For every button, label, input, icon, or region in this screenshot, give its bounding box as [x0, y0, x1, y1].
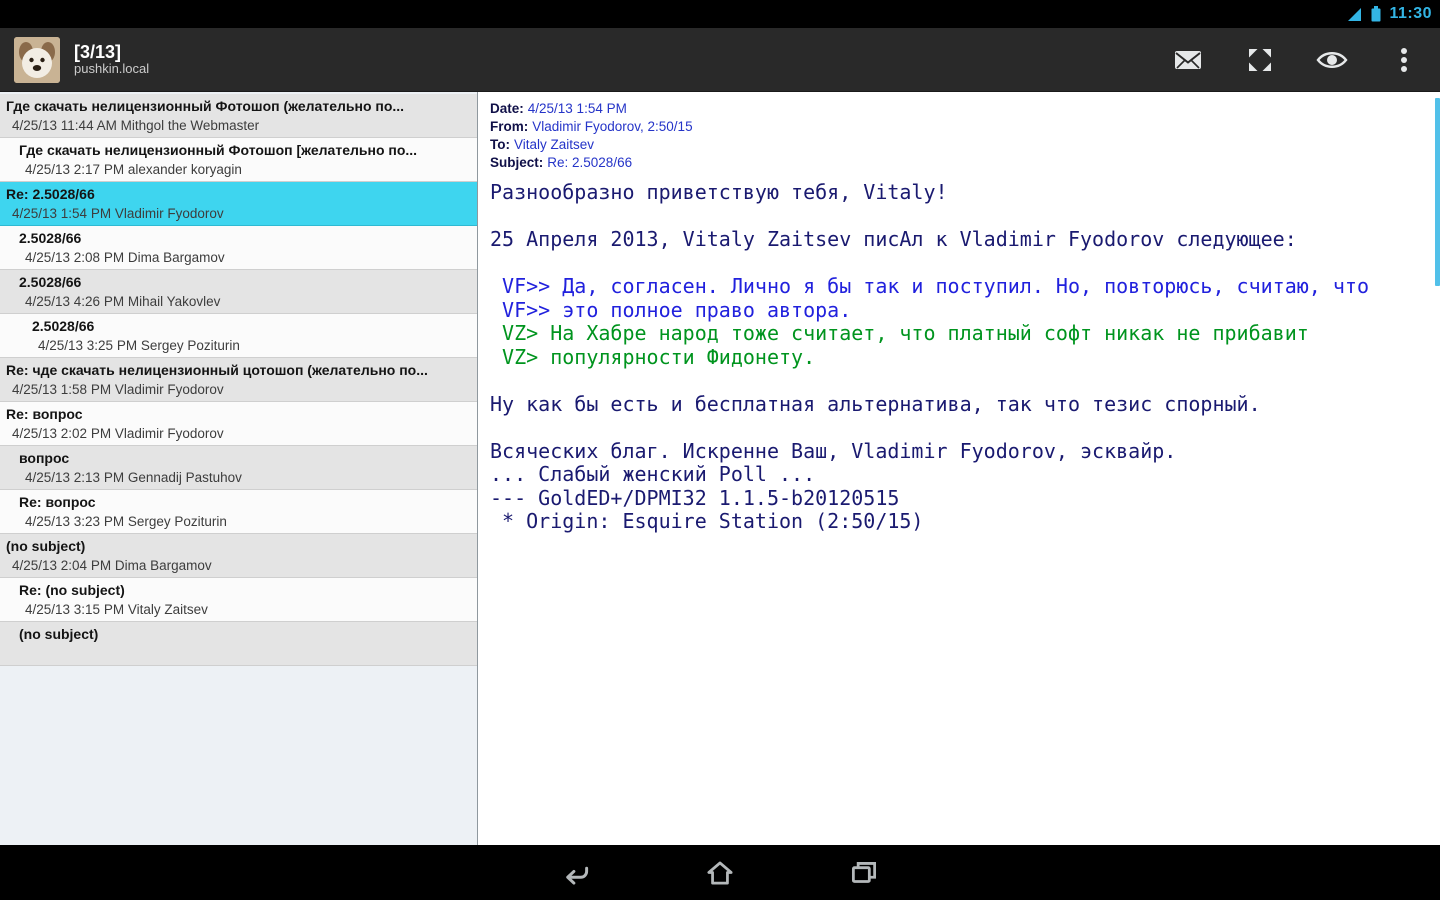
thread-meta: 4/25/13 1:54 PM Vladimir Fyodorov	[12, 206, 224, 221]
thread-meta: 4/25/13 3:23 PM Sergey Poziturin	[25, 514, 227, 529]
thread-meta: 4/25/13 2:17 PM alexander koryagin	[25, 162, 242, 177]
compose-mail-button[interactable]	[1152, 28, 1224, 91]
message-body-line: Разнообразно приветствую тебя, Vitaly!	[490, 180, 948, 204]
header-label: Subject:	[490, 155, 544, 170]
thread-meta: 4/25/13 2:02 PM Vladimir Fyodorov	[12, 426, 224, 441]
thread-meta: 4/25/13 3:25 PM Sergey Poziturin	[38, 338, 240, 353]
header-label: From:	[490, 119, 529, 134]
thread-list-item[interactable]: Re: вопрос 4/25/13 3:23 PM Sergey Pozitu…	[0, 490, 477, 534]
thread-subject: Re: (no subject)	[19, 582, 125, 598]
thread-subject: Re: вопрос	[19, 494, 96, 510]
thread-subject: 2.5028/66	[19, 230, 82, 246]
thread-list-item[interactable]: Re: (no subject) 4/25/13 3:15 PM Vitaly …	[0, 578, 477, 622]
home-icon	[707, 861, 733, 884]
fullscreen-icon	[1249, 48, 1271, 71]
message-body-line	[490, 369, 1430, 393]
thread-subject: вопрос	[19, 450, 70, 466]
thread-list-item[interactable]: Где скачать нелицензионный Фотошоп (жела…	[0, 94, 477, 138]
thread-list-item[interactable]: (no subject) 4/25/13 2:04 PM Dima Bargam…	[0, 534, 477, 578]
thread-meta: 4/25/13 2:13 PM Gennadij Pastuhov	[25, 470, 242, 485]
header-label: Date:	[490, 101, 524, 116]
thread-list-item[interactable]: Re: вопрос 4/25/13 2:02 PM Vladimir Fyod…	[0, 402, 477, 446]
mark-read-button[interactable]	[1296, 28, 1368, 91]
action-bar: [3/13] pushkin.local	[0, 28, 1440, 92]
thread-list-item[interactable]: Где скачать нелицензионный Фотошоп [жела…	[0, 138, 477, 182]
thread-list-item[interactable]: 2.5028/66 4/25/13 4:26 PM Mihail Yakovle…	[0, 270, 477, 314]
thread-meta: 4/25/13 1:58 PM Vladimir Fyodorov	[12, 382, 224, 397]
scrollbar-thumb[interactable]	[1435, 98, 1440, 286]
content-area: Где скачать нелицензионный Фотошоп (жела…	[0, 92, 1440, 845]
message-body-line: VF>> это полное право автора.	[490, 297, 852, 322]
home-button[interactable]	[690, 849, 750, 897]
eye-icon	[1316, 51, 1348, 68]
header-value: Vitaly Zaitsev	[514, 137, 595, 152]
battery-icon	[1371, 6, 1381, 22]
app-icon[interactable]	[14, 36, 60, 83]
message-body-line: VF>> Да, согласен. Лично я бы так и пост…	[490, 274, 1369, 298]
header-value: Vladimir Fyodorov, 2:50/15	[532, 119, 693, 134]
echo-area-name: pushkin.local	[74, 61, 150, 77]
thread-subject: 2.5028/66	[32, 318, 95, 334]
signal-icon	[1348, 7, 1362, 21]
thread-subject: Где скачать нелицензионный Фотошоп (жела…	[6, 98, 405, 114]
message-header-line: Subject: Re: 2.5028/66	[490, 154, 1430, 172]
thread-meta: 4/25/13 2:04 PM Dima Bargamov	[12, 558, 212, 573]
back-icon	[566, 866, 589, 885]
status-time: 11:30	[1389, 5, 1432, 22]
compose-mail-icon	[1175, 50, 1201, 69]
thread-list-item[interactable]: (no subject)	[0, 622, 477, 666]
message-body-line	[490, 416, 1430, 440]
action-bar-actions	[1152, 28, 1440, 91]
thread-subject: 2.5028/66	[19, 274, 82, 290]
thread-meta: 4/25/13 3:15 PM Vitaly Zaitsev	[25, 602, 208, 617]
action-bar-titles[interactable]: [3/13] pushkin.local	[74, 42, 149, 78]
screen: 11:30 [3/13] pushkin.local Где скачать н…	[0, 0, 1440, 900]
thread-subject: Где скачать нелицензионный Фотошоп [жела…	[19, 142, 418, 158]
message-body-line: Всяческих благ. Искренне Ваш, Vladimir F…	[490, 438, 1177, 463]
overflow-menu-icon	[1401, 47, 1407, 72]
message-body-line	[490, 205, 1430, 229]
thread-list-item[interactable]: 2.5028/66 4/25/13 3:25 PM Sergey Pozitur…	[0, 314, 477, 358]
message-header-line: From: Vladimir Fyodorov, 2:50/15	[490, 118, 1430, 136]
thread-list-panel: Где скачать нелицензионный Фотошоп (жела…	[0, 92, 478, 845]
message-body-line: ... Слабый женский Poll ...	[490, 462, 816, 486]
overflow-menu-button[interactable]	[1368, 28, 1440, 91]
status-bar: 11:30	[0, 0, 1440, 28]
dog-photo-icon	[14, 36, 60, 83]
header-value: Re: 2.5028/66	[547, 155, 633, 170]
message-body-line: 25 Апреля 2013, Vitaly Zaitsev писАл к V…	[490, 227, 1297, 251]
fullscreen-button[interactable]	[1224, 28, 1296, 91]
message-header-line: Date: 4/25/13 1:54 PM	[490, 100, 1430, 118]
message-header: Date: 4/25/13 1:54 PM From: Vladimir Fyodo…	[490, 100, 1430, 172]
message-body-line	[490, 252, 1430, 276]
header-value: 4/25/13 1:54 PM	[527, 101, 627, 116]
back-button[interactable]	[546, 849, 606, 897]
message-body-line: Ну как бы есть и бесплатная альтернатива…	[490, 391, 1261, 416]
thread-list[interactable]: Где скачать нелицензионный Фотошоп (жела…	[0, 92, 477, 666]
thread-list-item[interactable]: вопрос 4/25/13 2:13 PM Gennadij Pastuhov	[0, 446, 477, 490]
message-body-line: VZ> популярности Фидонету.	[490, 344, 816, 369]
message-header-line: To: Vitaly Zaitsev	[490, 136, 1430, 154]
thread-subject: Re: чде скачать нелицензионный цотошоп (…	[6, 362, 428, 378]
header-label: To:	[490, 137, 510, 152]
message-body: Разнообразно приветствую тебя, Vitaly! 2…	[490, 180, 1430, 534]
message-panel[interactable]: Date: 4/25/13 1:54 PM From: Vladimir Fyodo…	[478, 92, 1440, 845]
thread-subject: Re: 2.5028/66	[6, 186, 95, 202]
thread-list-item[interactable]: Re: чде скачать нелицензионный цотошоп (…	[0, 358, 477, 402]
message-body-line: --- GoldED+/DPMI32 1.1.5-b20120515	[490, 485, 900, 510]
recents-button[interactable]	[834, 849, 894, 897]
recents-icon	[851, 861, 877, 883]
thread-subject: (no subject)	[19, 626, 99, 642]
navigation-bar	[0, 845, 1440, 900]
thread-meta: 4/25/13 2:08 PM Dima Bargamov	[25, 250, 225, 265]
message-body-line: * Origin: Esquire Station (2:50/15)	[490, 509, 924, 533]
thread-list-item[interactable]: Re: 2.5028/66 4/25/13 1:54 PM Vladimir F…	[0, 182, 477, 226]
message-counter: [3/13]	[74, 41, 122, 62]
message-body-line: VZ> На Хабре народ тоже считает, что пла…	[490, 321, 1309, 345]
thread-subject: Re: вопрос	[6, 406, 83, 422]
thread-meta: 4/25/13 11:44 AM Mithgol the Webmaster	[12, 118, 260, 133]
thread-meta: 4/25/13 4:26 PM Mihail Yakovlev	[25, 294, 221, 309]
thread-list-item[interactable]: 2.5028/66 4/25/13 2:08 PM Dima Bargamov	[0, 226, 477, 270]
thread-subject: (no subject)	[6, 538, 86, 554]
